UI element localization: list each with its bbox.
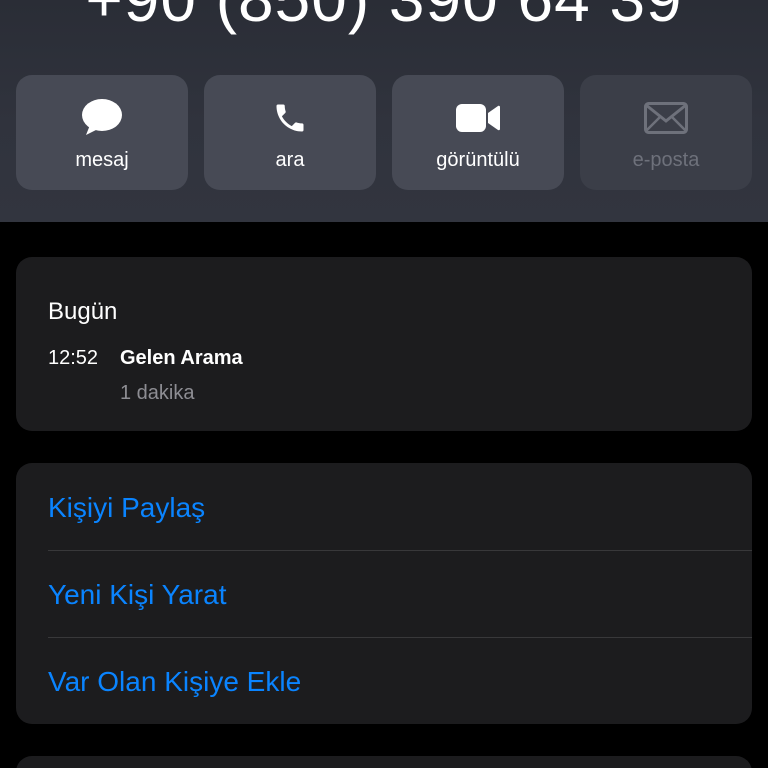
call-button-label: ara	[275, 149, 305, 171]
video-call-button-label: görüntülü	[436, 149, 520, 171]
share-contact-label: Kişiyi Paylaş	[48, 492, 206, 523]
create-new-contact-label: Yeni Kişi Yarat	[48, 579, 227, 610]
contact-header: +90 (850) 390 64 39 mesaj ara	[0, 0, 768, 222]
email-button-label: e-posta	[632, 149, 700, 171]
video-camera-icon	[392, 97, 564, 139]
phone-icon	[204, 97, 376, 139]
call-time: 12:52	[48, 347, 99, 369]
create-new-contact-option[interactable]: Yeni Kişi Yarat	[16, 550, 752, 637]
recent-calls-day: Bugün	[48, 298, 118, 325]
quick-actions-bar: mesaj ara görüntülü e-posta	[16, 75, 752, 190]
email-button[interactable]: e-posta	[580, 75, 752, 190]
call-button[interactable]: ara	[204, 75, 376, 190]
next-section-card	[16, 756, 752, 768]
phone-number-title: +90 (850) 390 64 39	[0, 0, 768, 36]
contact-detail-screen: +90 (850) 390 64 39 mesaj ara	[0, 0, 768, 768]
add-to-existing-contact-option[interactable]: Var Olan Kişiye Ekle	[16, 637, 752, 724]
call-duration: 1 dakika	[120, 382, 195, 404]
contact-options-card: Kişiyi Paylaş Yeni Kişi Yarat Var Olan K…	[16, 463, 752, 724]
call-type: Gelen Arama	[120, 347, 243, 369]
share-contact-option[interactable]: Kişiyi Paylaş	[16, 463, 752, 550]
message-button-label: mesaj	[75, 149, 129, 171]
add-to-existing-contact-label: Var Olan Kişiye Ekle	[48, 666, 302, 697]
video-call-button[interactable]: görüntülü	[392, 75, 564, 190]
mail-envelope-icon	[580, 97, 752, 139]
recent-calls-card: Bugün 12:52 Gelen Arama 1 dakika	[16, 257, 752, 431]
message-bubble-icon	[16, 97, 188, 139]
message-button[interactable]: mesaj	[16, 75, 188, 190]
